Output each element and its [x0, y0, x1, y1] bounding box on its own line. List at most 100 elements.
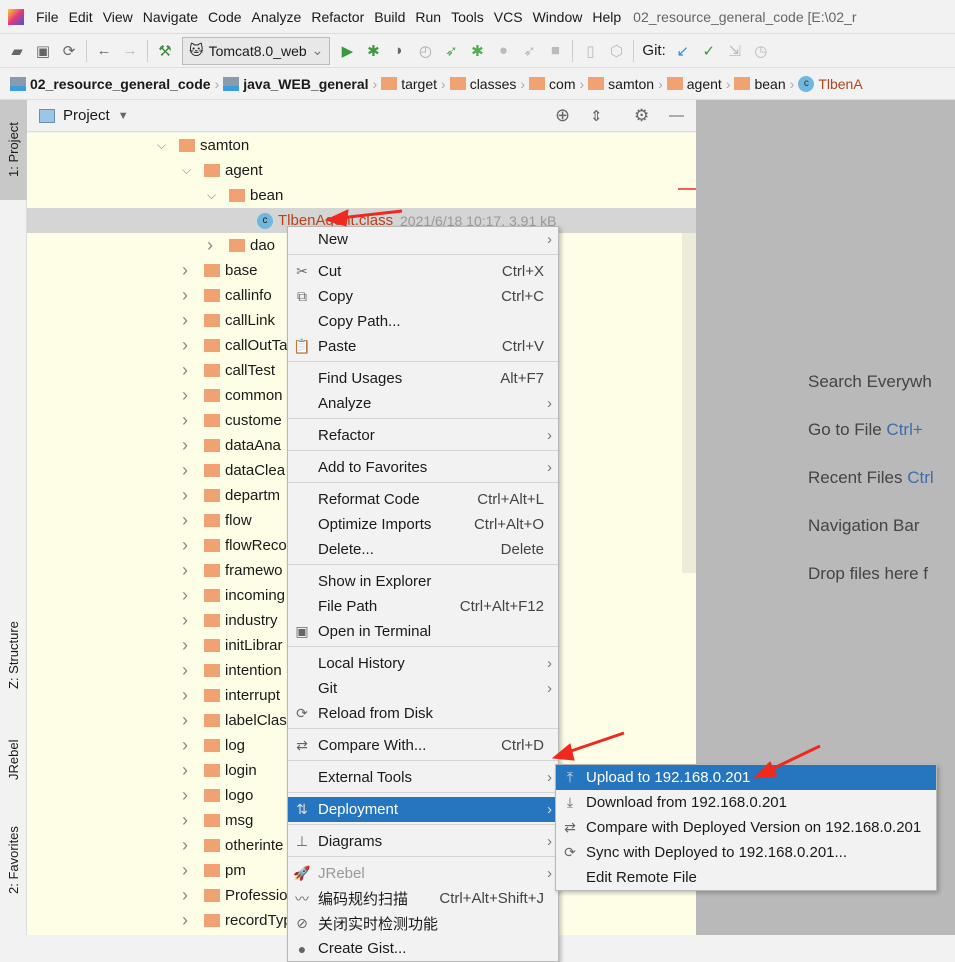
menu-item-local-history[interactable]: Local History › [288, 651, 558, 676]
chevron-down-icon[interactable]: ▼ [118, 110, 129, 122]
chevron-down-icon[interactable]: ⌵ [207, 188, 216, 203]
chevron-right-icon[interactable]: › [182, 735, 188, 756]
sync-icon[interactable]: ⟳ [60, 41, 78, 61]
menu-item-show-in-explorer[interactable]: Show in Explorer [288, 569, 558, 594]
breadcrumb-item[interactable]: target [381, 76, 437, 92]
menu-navigate[interactable]: Navigate [143, 9, 198, 25]
menu-item-download-from-192-168-0-201[interactable]: ⤓ Download from 192.168.0.201 [556, 790, 936, 815]
save-icon[interactable]: ▣ [34, 41, 52, 61]
git-update-icon[interactable]: ↙ [674, 41, 692, 61]
menu-edit[interactable]: Edit [69, 9, 93, 25]
menu-item-copy[interactable]: ⧉ Copy Ctrl+C [288, 284, 558, 309]
project-view-select[interactable]: Project [63, 107, 110, 124]
breadcrumb-item[interactable]: com [529, 76, 576, 92]
chevron-right-icon[interactable]: › [182, 760, 188, 781]
tab-jrebel[interactable]: JRebel [0, 725, 27, 795]
tree-folder[interactable]: ⌵ samton [27, 133, 696, 158]
menu-item-copy-path[interactable]: Copy Path... [288, 309, 558, 334]
open-folder-icon[interactable]: ▰ [8, 41, 26, 61]
breadcrumb-item[interactable]: java_WEB_general [223, 76, 369, 92]
breadcrumb-item[interactable]: bean [734, 76, 786, 92]
minimize-icon[interactable]: — [669, 107, 684, 124]
menu-item-edit-remote-file[interactable]: Edit Remote File [556, 865, 936, 890]
menu-item-optimize-imports[interactable]: Optimize Imports Ctrl+Alt+O [288, 512, 558, 537]
menu-tools[interactable]: Tools [451, 9, 484, 25]
menu-analyze[interactable]: Analyze [252, 9, 302, 25]
chevron-right-icon[interactable]: › [182, 535, 188, 556]
jrebel-debug-icon[interactable]: ✱ [468, 41, 486, 61]
chevron-right-icon[interactable]: › [182, 835, 188, 856]
tree-folder[interactable]: ⌵ agent [27, 158, 696, 183]
menu-build[interactable]: Build [374, 9, 405, 25]
menu-window[interactable]: Window [533, 9, 583, 25]
menu-item-analyze[interactable]: Analyze › [288, 391, 558, 416]
chevron-right-icon[interactable]: › [182, 510, 188, 531]
chevron-right-icon[interactable]: › [182, 360, 188, 381]
menu-file[interactable]: File [36, 9, 59, 25]
stop-icon[interactable]: ■ [546, 41, 564, 61]
run-config-select[interactable]: 🐱 Tomcat8.0_web ⌄ [182, 36, 331, 65]
coverage-icon[interactable]: ◗ [390, 41, 408, 61]
debug-icon[interactable]: ✱ [364, 41, 382, 61]
attach-icon[interactable]: ● [494, 41, 512, 61]
git-commit-icon[interactable]: ✓ [700, 41, 718, 61]
git-history-icon[interactable]: ◷ [752, 41, 770, 61]
profile-icon[interactable]: ◴ [416, 41, 434, 61]
chevron-right-icon[interactable]: › [182, 660, 188, 681]
menu-item-upload-to-192-168-0-201[interactable]: ⤒ Upload to 192.168.0.201 [556, 765, 936, 790]
menu-item-file-path[interactable]: File Path Ctrl+Alt+F12 [288, 594, 558, 619]
tab-structure[interactable]: Z: Structure [0, 610, 27, 700]
menu-run[interactable]: Run [415, 9, 441, 25]
chevron-right-icon[interactable]: › [182, 460, 188, 481]
tree-folder[interactable]: ⌵ bean [27, 183, 696, 208]
menu-item-find-usages[interactable]: Find Usages Alt+F7 [288, 366, 558, 391]
menu-item-diagrams[interactable]: ⊥ Diagrams › [288, 829, 558, 854]
breadcrumb-item[interactable]: c TlbenA [798, 75, 863, 92]
forward-icon[interactable]: → [121, 41, 139, 61]
chevron-right-icon[interactable]: › [182, 585, 188, 606]
menu-item-refactor[interactable]: Refactor › [288, 423, 558, 448]
chevron-right-icon[interactable]: › [182, 910, 188, 931]
jrebel-run-icon[interactable]: ➶ [442, 41, 460, 61]
chevron-right-icon[interactable]: › [182, 410, 188, 431]
chevron-right-icon[interactable]: › [182, 610, 188, 631]
menu-item-item-35[interactable]: 〰编码规约扫描 Ctrl+Alt+Shift+J [288, 886, 558, 911]
run-icon[interactable]: ▶ [338, 41, 356, 61]
chevron-right-icon[interactable]: › [182, 335, 188, 356]
locate-icon[interactable]: ⊕ [555, 105, 570, 126]
menu-item-add-to-favorites[interactable]: Add to Favorites › [288, 455, 558, 480]
menu-item-delete[interactable]: Delete... Delete [288, 537, 558, 562]
menu-item-deployment[interactable]: ⇅ Deployment › [288, 797, 558, 822]
menu-help[interactable]: Help [592, 9, 621, 25]
chevron-down-icon[interactable]: ⌵ [182, 163, 191, 178]
gear-icon[interactable]: ⚙ [634, 106, 649, 126]
chevron-right-icon[interactable]: › [182, 310, 188, 331]
collapse-all-icon[interactable]: ⇕ [590, 107, 603, 125]
menu-item-reload-from-disk[interactable]: ⟳ Reload from Disk [288, 701, 558, 726]
menu-view[interactable]: View [103, 9, 133, 25]
package-icon[interactable]: ⬡ [607, 41, 625, 61]
menu-item-item-36[interactable]: ⊘ 关闭实时检测功能 [288, 911, 558, 936]
breadcrumb-item[interactable]: 02_resource_general_code [10, 76, 211, 92]
menu-item-cut[interactable]: ✂ Cut Ctrl+X [288, 259, 558, 284]
tab-favorites[interactable]: 2: Favorites [0, 810, 27, 910]
chevron-right-icon[interactable]: › [182, 560, 188, 581]
chevron-right-icon[interactable]: › [182, 710, 188, 731]
chevron-right-icon[interactable]: › [182, 685, 188, 706]
breadcrumb-item[interactable]: agent [666, 76, 722, 92]
menu-item-git[interactable]: Git › [288, 676, 558, 701]
chevron-right-icon[interactable]: › [182, 485, 188, 506]
chevron-right-icon[interactable]: › [182, 635, 188, 656]
menu-item-sync-with-deployed-to-192-168-0-201[interactable]: ⟳ Sync with Deployed to 192.168.0.201... [556, 840, 936, 865]
menu-item-external-tools[interactable]: External Tools › [288, 765, 558, 790]
chevron-right-icon[interactable]: › [182, 435, 188, 456]
menu-item-paste[interactable]: 📋 Paste Ctrl+V [288, 334, 558, 359]
chevron-right-icon[interactable]: › [182, 385, 188, 406]
device-icon[interactable]: ▯ [581, 41, 599, 61]
menu-refactor[interactable]: Refactor [311, 9, 364, 25]
menu-item-new[interactable]: New › [288, 227, 558, 252]
chevron-right-icon[interactable]: › [182, 785, 188, 806]
menu-item-compare-with[interactable]: ⇄ Compare With... Ctrl+D [288, 733, 558, 758]
breadcrumb-item[interactable]: samton [588, 76, 654, 92]
menu-vcs[interactable]: VCS [494, 9, 523, 25]
